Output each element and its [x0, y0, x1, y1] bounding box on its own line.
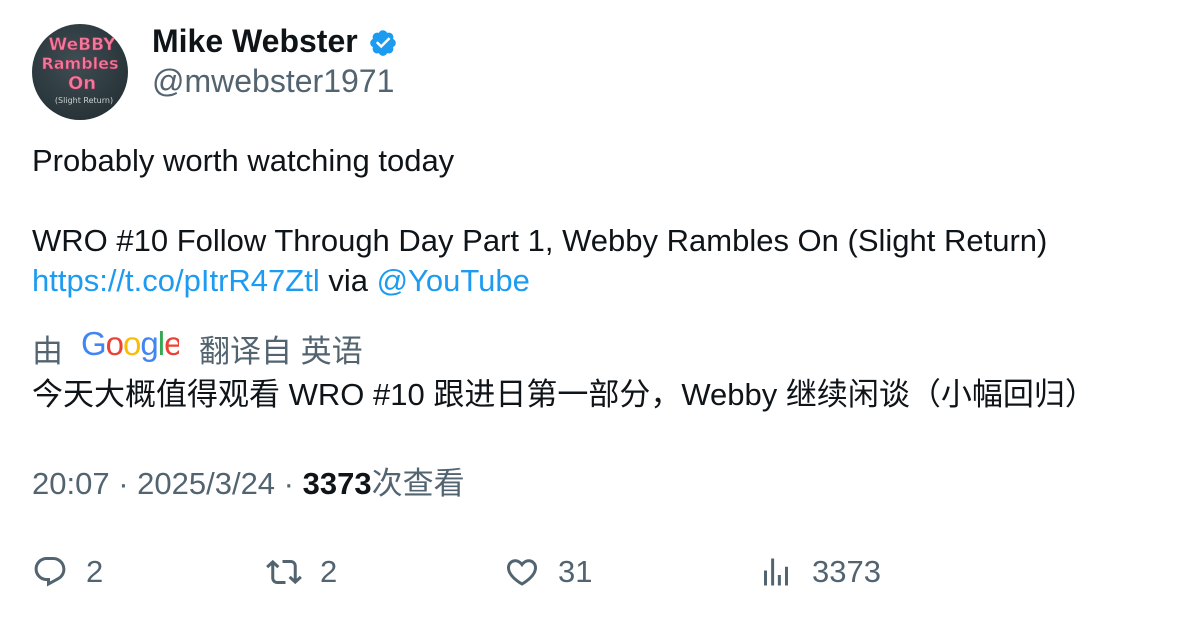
tweet-date[interactable]: 2025/3/24 — [137, 466, 275, 501]
avatar-text-line-2: Rambles — [41, 54, 118, 73]
tweet-text-line-3: https://t.co/pItrR47Ztl via @YouTube — [32, 261, 530, 301]
google-logo-text: Google — [81, 325, 179, 362]
avatar-text-line-1: WeBBY — [49, 35, 117, 55]
like-button[interactable]: 31 — [504, 550, 592, 594]
like-count: 31 — [558, 554, 593, 589]
analytics-icon — [764, 558, 788, 586]
views-button[interactable]: 3373 — [758, 550, 881, 594]
user-handle[interactable]: @mwebster1971 — [152, 62, 394, 100]
translated-text: 今天大概值得观看 WRO #10 跟进日第一部分，Webby 继续闲谈（小幅回归… — [32, 377, 1096, 412]
tweet-via-text: via — [319, 263, 377, 298]
reply-button[interactable]: 2 — [32, 550, 103, 594]
tweet-time[interactable]: 20:07 — [32, 466, 110, 501]
youtube-mention-link[interactable]: @YouTube — [377, 263, 530, 298]
tweet-meta: 20:07 · 2025/3/24 · 3373次查看 — [32, 464, 465, 504]
avatar-text-line-4: (Slight Return) — [55, 96, 113, 105]
avatar-text-line-3: On — [68, 73, 96, 94]
repost-count: 2 — [320, 554, 338, 589]
view-count-label: 次查看 — [371, 466, 465, 501]
tweet-link[interactable]: https://t.co/pItrR47Ztl — [32, 263, 320, 298]
meta-separator: · — [275, 466, 303, 501]
translation-prefix: 由 — [32, 333, 63, 369]
repost-icon — [266, 559, 302, 585]
heart-icon — [506, 559, 538, 586]
avatar-image: WeBBY Rambles On (Slight Return) — [41, 35, 119, 105]
display-name-text[interactable]: Mike Webster — [152, 22, 358, 60]
google-logo: Google — [81, 324, 182, 372]
translation-attribution: 由 Google 翻译自 英语 — [32, 324, 363, 372]
avatar[interactable]: WeBBY Rambles On (Slight Return) — [32, 24, 128, 120]
reply-icon — [34, 557, 66, 587]
reply-count: 2 — [86, 554, 104, 589]
views-count: 3373 — [812, 554, 881, 589]
verified-badge-icon[interactable] — [368, 28, 398, 58]
translation-suffix: 翻译自 英语 — [199, 333, 363, 369]
view-count: 3373 — [302, 466, 372, 501]
display-name[interactable]: Mike Webster — [152, 22, 398, 60]
tweet-text-line-2: WRO #10 Follow Through Day Part 1, Webby… — [32, 223, 1048, 258]
tweet-text-line-1: Probably worth watching today — [32, 143, 455, 178]
meta-separator: · — [109, 466, 138, 501]
repost-button[interactable]: 2 — [266, 550, 337, 594]
